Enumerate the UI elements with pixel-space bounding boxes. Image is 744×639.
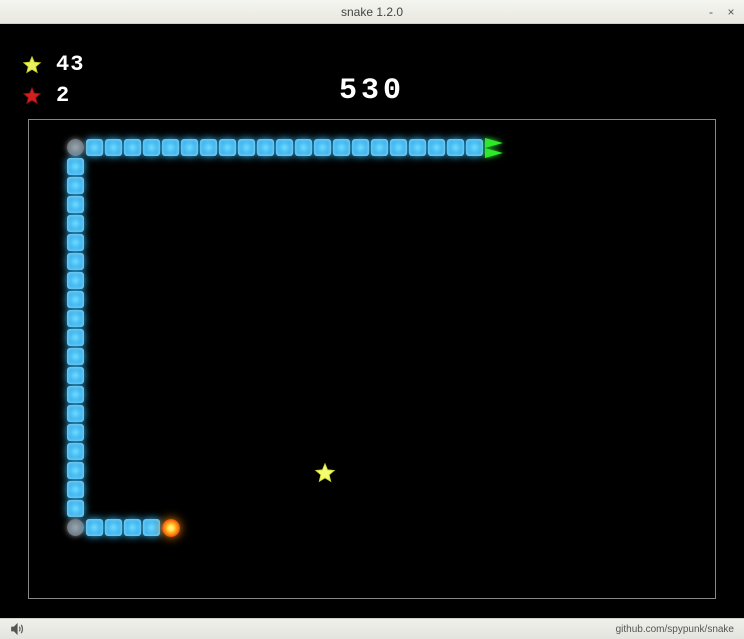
snake-segment: [67, 329, 84, 346]
snake-segment: [67, 215, 84, 232]
snake-segment: [86, 139, 103, 156]
snake-segment: [67, 253, 84, 270]
yellow-star-icon: [22, 55, 42, 75]
snake-segment: [67, 519, 84, 536]
status-bar: github.com/spypunk/snake: [0, 618, 744, 639]
snake-segment: [67, 348, 84, 365]
snake-segment: [124, 519, 141, 536]
snake-segment: [67, 139, 84, 156]
snake-segment: [257, 139, 274, 156]
snake-segment: [67, 177, 84, 194]
snake-segment: [67, 386, 84, 403]
minimize-button[interactable]: -: [706, 7, 716, 17]
snake-segment: [105, 139, 122, 156]
snake-segment: [466, 139, 483, 156]
score-value: 530: [339, 74, 405, 108]
red-star-icon: [22, 86, 42, 106]
snake-segment: [67, 462, 84, 479]
snake-segment: [333, 139, 350, 156]
snake-segment: [67, 310, 84, 327]
snake-segment: [181, 139, 198, 156]
snake-segment: [219, 139, 236, 156]
hud: 43 2: [22, 52, 84, 108]
snake-segment: [276, 139, 293, 156]
snake-segment: [67, 424, 84, 441]
snake-segment: [352, 139, 369, 156]
snake-segment: [162, 139, 179, 156]
snake-segment: [67, 234, 84, 251]
snake-segment: [86, 519, 103, 536]
close-button[interactable]: ×: [726, 7, 736, 17]
red-star-count: 2: [56, 83, 70, 108]
sound-icon[interactable]: [10, 622, 24, 636]
snake-segment: [67, 481, 84, 498]
snake-segment: [390, 139, 407, 156]
snake-segment: [67, 196, 84, 213]
snake-segment: [67, 500, 84, 517]
playfield: [28, 119, 716, 599]
snake-segment: [295, 139, 312, 156]
snake-segment: [124, 139, 141, 156]
window-title: snake 1.2.0: [341, 5, 403, 19]
window-titlebar: snake 1.2.0 - ×: [0, 0, 744, 24]
repo-link[interactable]: github.com/spypunk/snake: [616, 624, 734, 635]
snake-segment: [143, 519, 160, 536]
snake-segment: [143, 139, 160, 156]
snake-segment: [67, 272, 84, 289]
snake-segment: [67, 405, 84, 422]
snake-segment: [67, 158, 84, 175]
snake-segment: [67, 443, 84, 460]
game-canvas[interactable]: 43 2 530: [0, 24, 744, 618]
snake-segment: [67, 367, 84, 384]
snake-segment: [67, 291, 84, 308]
snake-segment: [314, 139, 331, 156]
snake-segment: [200, 139, 217, 156]
snake-segment: [409, 139, 426, 156]
snake-segment: [238, 139, 255, 156]
snake-head: [485, 139, 505, 157]
snake-segment: [371, 139, 388, 156]
snake-segment: [105, 519, 122, 536]
snake-segment: [447, 139, 464, 156]
collectible-star-icon: [314, 462, 336, 484]
snake-segment: [428, 139, 445, 156]
yellow-star-count: 43: [56, 52, 84, 77]
food: [162, 519, 180, 537]
